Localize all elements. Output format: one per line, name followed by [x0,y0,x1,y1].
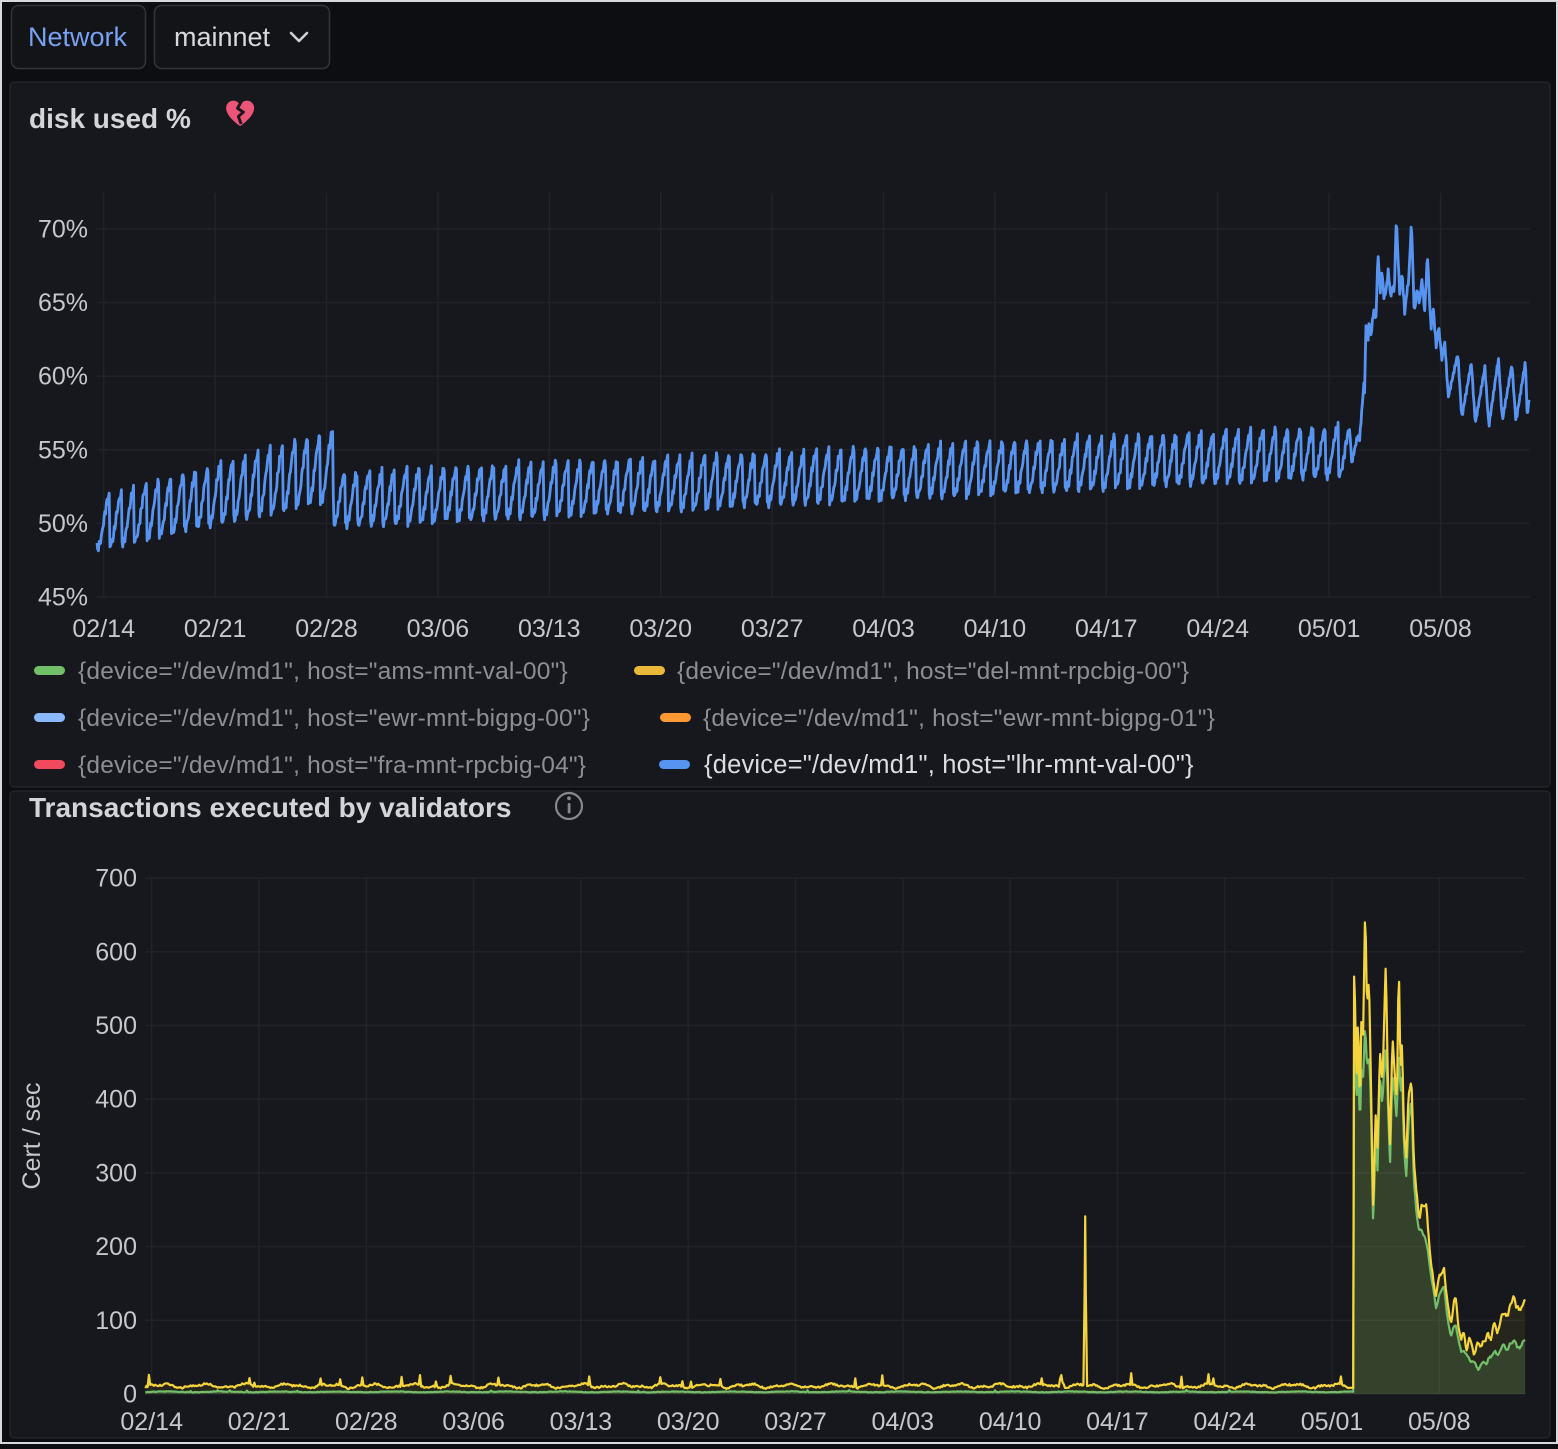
svg-text:05/08: 05/08 [1408,1408,1471,1436]
svg-text:03/20: 03/20 [657,1408,720,1436]
svg-text:03/13: 03/13 [550,1408,613,1436]
svg-text:02/14: 02/14 [72,615,135,643]
svg-text:200: 200 [95,1233,137,1261]
svg-text:{device="/dev/md1", host="del-: {device="/dev/md1", host="del-mnt-rpcbig… [677,658,1189,685]
svg-text:0: 0 [123,1381,137,1409]
svg-text:03/20: 03/20 [629,615,692,643]
svg-text:100: 100 [95,1307,137,1335]
svg-text:04/17: 04/17 [1086,1408,1149,1436]
svg-text:{device="/dev/md1", host="ams-: {device="/dev/md1", host="ams-mnt-val-00… [78,658,568,685]
svg-text:55%: 55% [38,436,88,464]
svg-text:mainnet: mainnet [174,22,271,52]
svg-text:45%: 45% [38,584,88,612]
svg-text:65%: 65% [38,289,88,317]
svg-text:05/08: 05/08 [1409,615,1472,643]
svg-text:03/27: 03/27 [741,615,804,643]
svg-text:02/21: 02/21 [228,1408,291,1436]
svg-text:60%: 60% [38,363,88,391]
svg-text:03/06: 03/06 [407,615,470,643]
svg-text:Transactions executed by valid: Transactions executed by validators [29,792,511,823]
svg-text:03/27: 03/27 [764,1408,827,1436]
svg-text:04/17: 04/17 [1075,615,1138,643]
svg-text:{device="/dev/md1", host="ewr-: {device="/dev/md1", host="ewr-mnt-bigpg-… [703,705,1215,732]
svg-text:03/13: 03/13 [518,615,581,643]
svg-text:400: 400 [95,1086,137,1114]
svg-text:70%: 70% [38,216,88,244]
svg-text:02/28: 02/28 [295,615,358,643]
svg-text:02/28: 02/28 [335,1408,398,1436]
svg-text:500: 500 [95,1012,137,1040]
svg-text:05/01: 05/01 [1301,1408,1364,1436]
svg-text:04/24: 04/24 [1193,1408,1256,1436]
svg-text:{device="/dev/md1", host="ewr-: {device="/dev/md1", host="ewr-mnt-bigpg-… [78,705,590,732]
svg-text:04/24: 04/24 [1186,615,1249,643]
svg-text:04/03: 04/03 [852,615,915,643]
svg-text:04/10: 04/10 [964,615,1027,643]
svg-text:Network: Network [28,22,128,52]
svg-text:disk used %: disk used % [29,103,191,134]
svg-text:02/14: 02/14 [120,1408,183,1436]
svg-text:{device="/dev/md1", host="fra-: {device="/dev/md1", host="fra-mnt-rpcbig… [78,752,586,779]
svg-text:05/01: 05/01 [1298,615,1361,643]
svg-text:03/06: 03/06 [442,1408,505,1436]
svg-text:600: 600 [95,938,137,966]
svg-text:50%: 50% [38,510,88,538]
svg-text:02/21: 02/21 [184,615,247,643]
svg-text:300: 300 [95,1159,137,1187]
svg-text:700: 700 [95,865,137,893]
svg-text:04/03: 04/03 [872,1408,935,1436]
svg-text:04/10: 04/10 [979,1408,1042,1436]
svg-text:{device="/dev/md1", host="lhr-: {device="/dev/md1", host="lhr-mnt-val-00… [704,751,1194,779]
svg-text:Cert / sec: Cert / sec [18,1083,46,1190]
